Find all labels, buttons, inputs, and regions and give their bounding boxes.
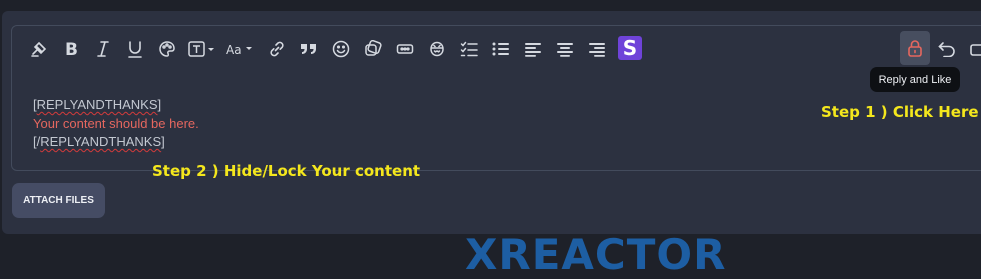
align-right-icon[interactable] <box>583 32 611 66</box>
font-size-icon[interactable]: Aa <box>223 32 255 66</box>
tooltip: Reply and Like <box>870 67 960 92</box>
quote-icon[interactable] <box>295 32 323 66</box>
inline-spoiler-icon[interactable] <box>423 32 451 66</box>
spellcheck-word: REPLYANDTHANKS <box>40 134 162 149</box>
align-left-icon[interactable] <box>519 32 547 66</box>
reply-lock-button[interactable] <box>900 31 930 65</box>
underline-icon[interactable] <box>121 32 149 66</box>
spoiler-icon[interactable] <box>391 32 419 66</box>
align-center-icon[interactable] <box>551 32 579 66</box>
svg-text:Aa: Aa <box>226 43 242 57</box>
bbcode-open-tag[interactable]: [REPLYANDTHANKS] <box>33 97 161 112</box>
link-icon[interactable] <box>263 32 291 66</box>
bbcode-close-tag[interactable]: [/REPLYANDTHANKS] <box>33 134 165 149</box>
brand-s-icon[interactable]: S <box>618 36 642 60</box>
text-color-icon[interactable] <box>153 32 181 66</box>
text-style-icon[interactable] <box>185 32 219 66</box>
italic-icon[interactable] <box>89 32 117 66</box>
background-logo-text: XREACTOR <box>465 230 727 279</box>
bold-icon[interactable]: B <box>57 32 85 66</box>
media-icon[interactable] <box>359 32 387 66</box>
spellcheck-word: REPLYANDTHANKS <box>36 97 158 112</box>
annotation-step1: Step 1 ) Click Here <box>821 103 979 121</box>
bullet-list-icon[interactable] <box>487 32 515 66</box>
redo-icon[interactable] <box>967 32 981 66</box>
emoji-icon[interactable] <box>327 32 355 66</box>
clear-formatting-icon[interactable] <box>25 32 53 66</box>
lock-icon <box>908 40 922 57</box>
svg-text:B: B <box>65 41 78 57</box>
undo-icon[interactable] <box>933 32 961 66</box>
checklist-icon[interactable] <box>455 32 483 66</box>
content-placeholder[interactable]: Your content should be here. <box>33 116 199 131</box>
annotation-step2: Step 2 ) Hide/Lock Your content <box>152 162 421 180</box>
editor-toolbar: B Aa S <box>11 31 981 66</box>
attach-files-button[interactable]: ATTACH FILES <box>12 183 105 218</box>
